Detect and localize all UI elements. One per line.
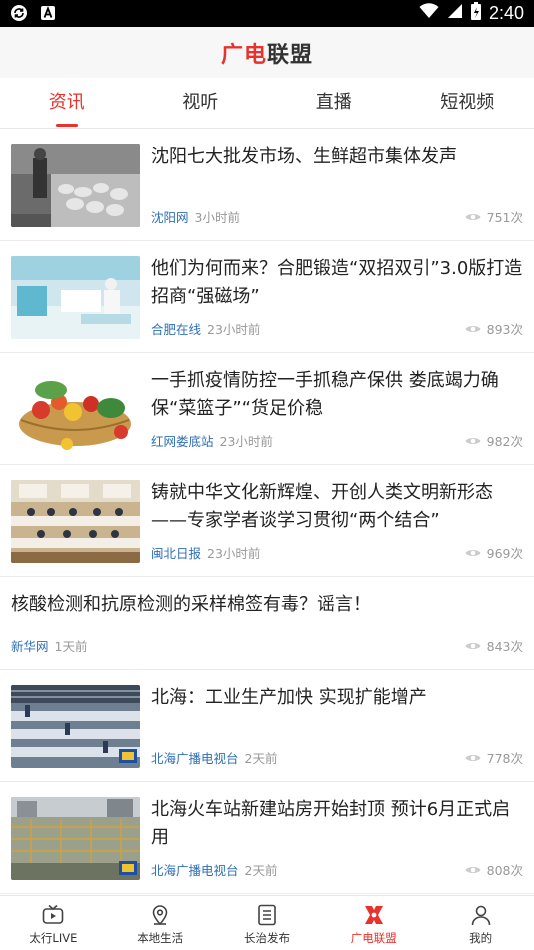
news-thumbnail xyxy=(11,144,140,227)
news-item[interactable]: 核酸检测和抗原检测的采样棉签有毒？谣言！ 新华网 1天前 843次 xyxy=(0,577,534,670)
logo-part1: 广电 xyxy=(220,42,267,68)
a-icon xyxy=(40,5,56,25)
logo-part2: 联盟 xyxy=(267,42,314,68)
nav-taihang-live[interactable]: 太行LIVE xyxy=(0,896,107,950)
view-count: 982次 xyxy=(465,431,523,450)
bottom-nav: 太行LIVE 本地生活 长治发布 广电联盟 我的 xyxy=(0,895,534,950)
status-bar: 2:40 xyxy=(0,0,534,27)
news-time: 3小时前 xyxy=(194,210,240,225)
news-thumbnail xyxy=(11,256,140,339)
news-meta: 北海广播电视台 2天前 xyxy=(151,860,277,879)
news-title[interactable]: 沈阳七大批发市场、生鲜超市集体发声 xyxy=(151,143,524,171)
tab-live[interactable]: 直播 xyxy=(267,78,401,128)
news-title[interactable]: 铸就中华文化新辉煌、开创人类文明新形态——专家学者谈学习贯彻“两个结合” xyxy=(151,479,524,535)
view-count: 969次 xyxy=(465,543,523,562)
view-count-value: 808次 xyxy=(486,863,523,878)
news-thumbnail xyxy=(11,368,140,451)
news-meta: 合肥在线 23小时前 xyxy=(151,319,260,338)
news-time: 1天前 xyxy=(54,639,88,654)
news-time: 23小时前 xyxy=(207,322,261,337)
news-title[interactable]: 他们为何而来？合肥锻造“双招双引”3.0版打造招商“强磁场” xyxy=(151,255,524,311)
alliance-icon xyxy=(364,906,383,924)
document-icon xyxy=(258,904,276,926)
nav-alliance[interactable]: 广电联盟 xyxy=(320,896,427,950)
news-meta: 闽北日报 23小时前 xyxy=(151,543,260,562)
profile-icon xyxy=(471,905,490,926)
eye-icon xyxy=(465,866,481,873)
news-feed: 沈阳七大批发市场、生鲜超市集体发声 沈阳网 3小时前 751次 他们为何而来？合肥… xyxy=(0,129,534,894)
news-meta: 新华网 1天前 xyxy=(11,636,87,655)
nav-changzhi-release[interactable]: 长治发布 xyxy=(214,896,321,950)
battery-icon xyxy=(470,2,481,24)
news-title[interactable]: 一手抓疫情防控一手抓稳产保供 娄底竭力确保“菜篮子”“货足价稳 xyxy=(151,367,524,423)
news-meta: 北海广播电视台 2天前 xyxy=(151,748,277,767)
news-title[interactable]: 北海火车站新建站房开始封顶 预计6月正式启用 xyxy=(151,796,524,852)
view-count: 893次 xyxy=(465,319,523,338)
nav-label: 长治发布 xyxy=(243,931,290,945)
eye-icon xyxy=(465,213,481,220)
nav-label: 太行LIVE xyxy=(29,931,78,945)
view-count-value: 843次 xyxy=(486,639,523,654)
status-time: 2:40 xyxy=(488,2,524,23)
signal-icon xyxy=(447,3,463,23)
news-item[interactable]: 北海火车站新建站房开始封顶 预计6月正式启用 北海广播电视台 2天前 808次 xyxy=(0,782,534,894)
news-item[interactable]: 铸就中华文化新辉煌、开创人类文明新形态——专家学者谈学习贯彻“两个结合” 闽北日… xyxy=(0,465,534,577)
view-count: 808次 xyxy=(465,860,523,879)
app-logo: 广电联盟 xyxy=(221,37,313,69)
news-time: 23小时前 xyxy=(219,434,273,449)
news-thumbnail xyxy=(11,797,140,880)
news-source[interactable]: 合肥在线 xyxy=(151,322,201,337)
nav-label: 本地生活 xyxy=(137,931,184,945)
category-tabs: 资讯 视听 直播 短视频 xyxy=(0,78,534,129)
view-count: 751次 xyxy=(465,207,523,226)
news-source[interactable]: 北海广播电视台 xyxy=(151,751,239,766)
view-count-value: 751次 xyxy=(486,210,523,225)
wifi-icon xyxy=(419,3,439,23)
news-source[interactable]: 新华网 xyxy=(11,639,49,654)
view-count-value: 969次 xyxy=(486,546,523,561)
news-item[interactable]: 他们为何而来？合肥锻造“双招双引”3.0版打造招商“强磁场” 合肥在线 23小时前… xyxy=(0,241,534,353)
news-meta: 沈阳网 3小时前 xyxy=(151,207,240,226)
news-item[interactable]: 一手抓疫情防控一手抓稳产保供 娄底竭力确保“菜篮子”“货足价稳 红网娄底站 23小… xyxy=(0,353,534,465)
tab-news[interactable]: 资讯 xyxy=(0,78,134,128)
view-count-value: 778次 xyxy=(486,751,523,766)
tab-short-video[interactable]: 短视频 xyxy=(401,78,534,128)
news-source[interactable]: 红网娄底站 xyxy=(151,434,214,449)
eye-icon xyxy=(465,437,481,444)
view-count-value: 893次 xyxy=(486,322,523,337)
tv-icon xyxy=(43,904,64,924)
view-count-value: 982次 xyxy=(486,434,523,449)
news-item[interactable]: 沈阳七大批发市场、生鲜超市集体发声 沈阳网 3小时前 751次 xyxy=(0,129,534,241)
app-header: 广电联盟 xyxy=(0,27,534,78)
news-title[interactable]: 北海：工业生产加快 实现扩能增产 xyxy=(151,684,524,712)
news-time: 2天前 xyxy=(244,863,278,878)
news-title[interactable]: 核酸检测和抗原检测的采样棉签有毒？谣言！ xyxy=(11,591,524,619)
view-count: 843次 xyxy=(465,636,523,655)
eye-icon xyxy=(465,642,481,649)
tab-audiovisual[interactable]: 视听 xyxy=(134,78,268,128)
news-time: 23小时前 xyxy=(207,546,261,561)
news-meta: 红网娄底站 23小时前 xyxy=(151,431,273,450)
nav-label: 广电联盟 xyxy=(350,931,397,945)
nav-local-life[interactable]: 本地生活 xyxy=(107,896,214,950)
view-count: 778次 xyxy=(465,748,523,767)
news-source[interactable]: 闽北日报 xyxy=(151,546,201,561)
news-source[interactable]: 沈阳网 xyxy=(151,210,189,225)
eye-icon xyxy=(465,754,481,761)
news-item[interactable]: 北海：工业生产加快 实现扩能增产 北海广播电视台 2天前 778次 xyxy=(0,670,534,782)
nav-label: 我的 xyxy=(469,931,493,945)
news-source[interactable]: 北海广播电视台 xyxy=(151,863,239,878)
sync-icon xyxy=(10,4,28,26)
nav-profile[interactable]: 我的 xyxy=(427,896,534,950)
eye-icon xyxy=(465,325,481,332)
news-thumbnail xyxy=(11,480,140,563)
location-icon xyxy=(152,905,168,926)
news-time: 2天前 xyxy=(244,751,278,766)
news-thumbnail xyxy=(11,685,140,768)
eye-icon xyxy=(465,549,481,556)
